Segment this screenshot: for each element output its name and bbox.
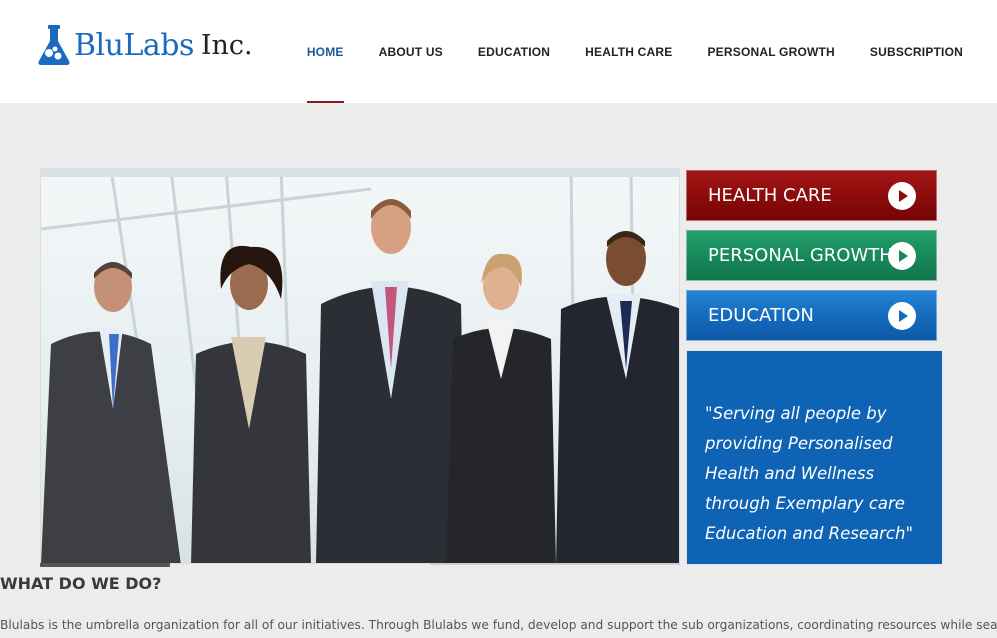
site-header: BluLabs Inc. HOME ABOUT US EDUCATION HEA… xyxy=(0,0,997,103)
health-care-button-label: HEALTH CARE xyxy=(708,185,832,206)
personal-growth-button[interactable]: PERSONAL GROWTH xyxy=(686,230,937,281)
hero-slider-image[interactable] xyxy=(40,168,680,564)
personal-growth-button-label: PERSONAL GROWTH xyxy=(708,245,893,266)
slider-progress-bar[interactable] xyxy=(40,563,170,567)
nav-education[interactable]: EDUCATION xyxy=(478,0,550,103)
education-button[interactable]: EDUCATION xyxy=(686,290,937,341)
mission-quote-box: "Serving all people by providing Persona… xyxy=(686,350,943,565)
section-title: WHAT DO WE DO? xyxy=(0,574,162,593)
business-team-photo xyxy=(41,169,679,563)
nav-home[interactable]: HOME xyxy=(306,0,344,103)
flask-logo-icon xyxy=(38,25,70,65)
health-care-button[interactable]: HEALTH CARE xyxy=(686,170,937,221)
nav-about-us[interactable]: ABOUT US xyxy=(379,0,443,103)
nav-health-care[interactable]: HEALTH CARE xyxy=(585,0,672,103)
education-button-label: EDUCATION xyxy=(708,305,814,326)
play-icon xyxy=(888,182,916,210)
main-nav: HOME ABOUT US EDUCATION HEALTH CARE PERS… xyxy=(272,0,963,103)
site-logo[interactable]: BluLabs Inc. xyxy=(36,22,253,68)
brand-suffix: Inc. xyxy=(200,29,253,61)
slider-track[interactable] xyxy=(430,563,680,565)
brand-name: BluLabs xyxy=(74,27,194,63)
mission-quote: "Serving all people by providing Persona… xyxy=(705,404,914,543)
play-icon xyxy=(888,302,916,330)
play-icon xyxy=(888,242,916,270)
intro-paragraph: Blulabs is the umbrella organization for… xyxy=(0,618,997,632)
nav-subscription[interactable]: SUBSCRIPTION xyxy=(870,0,963,103)
nav-personal-growth[interactable]: PERSONAL GROWTH xyxy=(707,0,834,103)
